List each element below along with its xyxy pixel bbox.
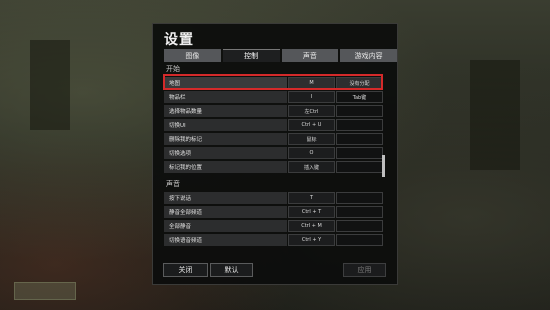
keybind-row-map[interactable]: 地图 M 没有分配	[164, 76, 387, 90]
default-button[interactable]: 默认	[210, 263, 253, 277]
keybind-row-mute-all[interactable]: 全部静音 Ctrl + M	[164, 219, 387, 233]
section-header-general: 开始	[166, 65, 180, 73]
tab-graphics[interactable]: 图像	[164, 49, 221, 62]
secondary-key-slot[interactable]	[336, 220, 383, 232]
background-tree	[30, 40, 70, 130]
primary-key-slot[interactable]: O	[288, 147, 335, 159]
keybind-row-mute-channels[interactable]: 静音全部频道 Ctrl + T	[164, 205, 387, 219]
primary-key-slot[interactable]: Ctrl + U	[288, 119, 335, 131]
settings-dialog: 设置 图像 控制 声音 游戏内容 开始 地图 M 没有分配 物品栏 I Tab键…	[152, 23, 398, 285]
secondary-key-slot[interactable]	[336, 133, 383, 145]
secondary-key-slot[interactable]	[336, 234, 383, 246]
secondary-key-slot[interactable]	[336, 105, 383, 117]
secondary-key-slot[interactable]	[336, 206, 383, 218]
keybind-row-switch-voice-channel[interactable]: 切换语音频道 Ctrl + Y	[164, 233, 387, 247]
tab-sound[interactable]: 声音	[281, 49, 339, 62]
section-header-sound: 声音	[166, 180, 180, 188]
keybind-label: 切换语音频道	[164, 234, 287, 246]
keybind-label: 删除我的标记	[164, 133, 287, 145]
primary-key-slot[interactable]: Ctrl + T	[288, 206, 335, 218]
keybind-label: 全部静音	[164, 220, 287, 232]
keybind-label: 切换UI	[164, 119, 287, 131]
primary-key-slot[interactable]: 插入键	[288, 161, 335, 173]
secondary-key-slot[interactable]	[336, 161, 383, 173]
primary-key-slot[interactable]: M	[288, 77, 335, 89]
background-button	[14, 282, 76, 300]
keybind-row-inventory[interactable]: 物品栏 I Tab键	[164, 90, 387, 104]
keybind-label: 按下说话	[164, 192, 287, 204]
primary-key-slot[interactable]: I	[288, 91, 335, 103]
keybind-row-select-quantity[interactable]: 选择物品数量 左Ctrl	[164, 104, 387, 118]
keybind-row-toggle-options[interactable]: 切换选项 O	[164, 146, 387, 160]
scrollbar-thumb[interactable]	[382, 155, 385, 177]
tab-gameplay[interactable]: 游戏内容	[340, 49, 397, 62]
keybind-row-push-to-talk[interactable]: 按下说话 T	[164, 191, 387, 205]
keybind-label: 标记我的位置	[164, 161, 287, 173]
dialog-title: 设置	[164, 32, 194, 48]
settings-tabs: 图像 控制 声音 游戏内容	[164, 49, 397, 62]
secondary-key-slot[interactable]: Tab键	[336, 91, 383, 103]
keybind-list: 开始 地图 M 没有分配 物品栏 I Tab键 选择物品数量 左Ctrl 切换U…	[164, 62, 387, 274]
secondary-key-slot[interactable]	[336, 147, 383, 159]
keybind-label: 切换选项	[164, 147, 287, 159]
primary-key-slot[interactable]: 鼠标	[288, 133, 335, 145]
keybind-row-toggle-ui[interactable]: 切换UI Ctrl + U	[164, 118, 387, 132]
primary-key-slot[interactable]: Ctrl + M	[288, 220, 335, 232]
keybind-label: 选择物品数量	[164, 105, 287, 117]
secondary-key-slot[interactable]	[336, 192, 383, 204]
keybind-row-mark-position[interactable]: 标记我的位置 插入键	[164, 160, 387, 174]
tab-controls[interactable]: 控制	[222, 49, 280, 62]
primary-key-slot[interactable]: 左Ctrl	[288, 105, 335, 117]
keybind-label: 静音全部频道	[164, 206, 287, 218]
secondary-key-slot[interactable]	[336, 119, 383, 131]
keybind-row-delete-marker[interactable]: 删除我的标记 鼠标	[164, 132, 387, 146]
keybind-label: 地图	[164, 77, 287, 89]
secondary-key-slot[interactable]: 没有分配	[336, 77, 383, 89]
close-button[interactable]: 关闭	[163, 263, 208, 277]
primary-key-slot[interactable]: Ctrl + Y	[288, 234, 335, 246]
keybind-label: 物品栏	[164, 91, 287, 103]
background-tree	[470, 60, 520, 170]
primary-key-slot[interactable]: T	[288, 192, 335, 204]
apply-button[interactable]: 应用	[343, 263, 386, 277]
